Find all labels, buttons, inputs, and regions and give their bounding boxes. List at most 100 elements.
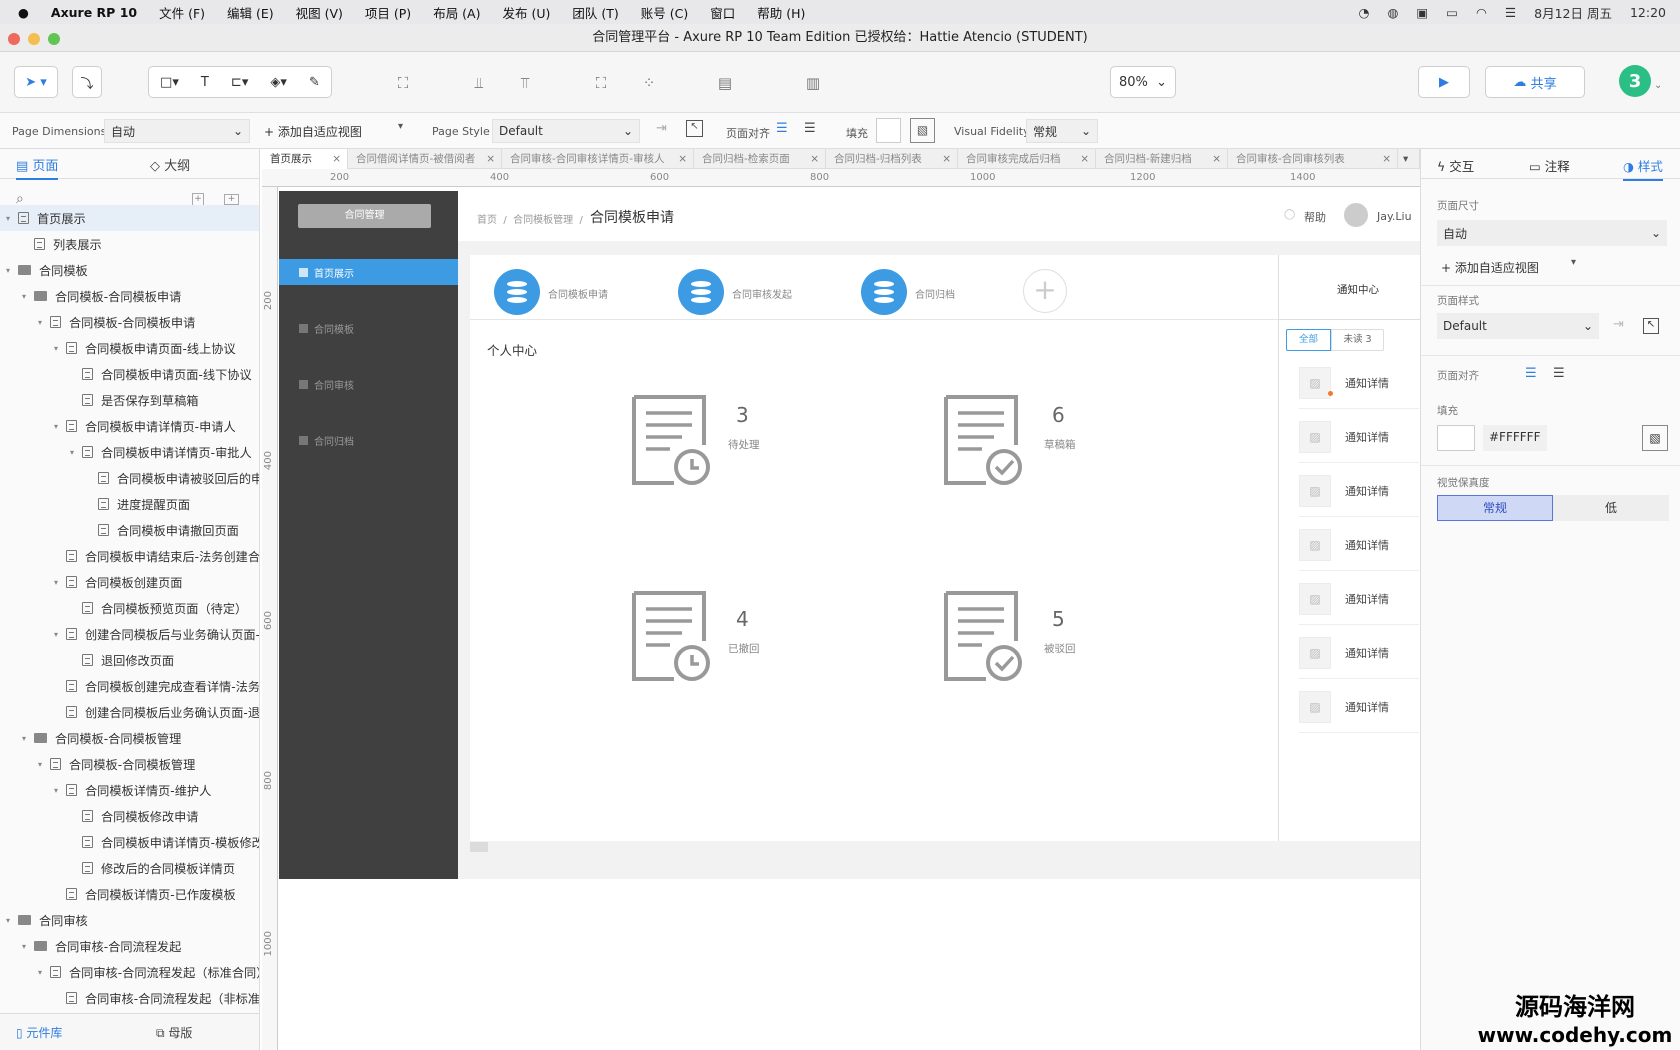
align-center-icon[interactable]: ☰ (804, 121, 816, 136)
tree-item[interactable]: ▾ 合同模板申请页面-线上协议 (0, 335, 259, 361)
page-style-select[interactable]: Default ⌄ (1437, 313, 1599, 339)
tab-style[interactable]: ◑ 样式 (1623, 156, 1663, 181)
tab-outline[interactable]: ◇ 大纲 (150, 155, 190, 174)
page-style-select[interactable]: Default ⌄ (492, 119, 640, 143)
stat-label[interactable]: 已撤回 (728, 641, 760, 656)
tab-library[interactable]: ▯ 元件库 (16, 1024, 62, 1041)
tab-notes[interactable]: ▭ 注释 (1529, 156, 1570, 175)
fill-color-swatch[interactable] (876, 118, 901, 143)
add-folder-icon[interactable]: + (224, 194, 239, 205)
tree-item[interactable]: 合同模板申请被驳回后的申 (0, 465, 259, 491)
close-icon[interactable]: × (678, 149, 687, 169)
fill-image-icon[interactable]: ▧ (910, 118, 935, 143)
tab-pages[interactable]: ▤ 页面 (16, 155, 59, 180)
tree-item[interactable]: ▾ 创建合同模板后与业务确认页面-法 (0, 621, 259, 647)
close-icon[interactable]: × (1080, 149, 1089, 169)
widget-tool-icon[interactable]: ⊏▾ (231, 75, 248, 90)
menu-view[interactable]: 视图 (V) (285, 3, 354, 22)
zoom-select[interactable]: 80% ⌄ (1110, 66, 1176, 98)
expand-caret-icon[interactable]: ▾ (54, 344, 66, 353)
doc-tab[interactable]: 合同审核完成后归档 × (958, 149, 1096, 169)
tree-item[interactable]: 创建合同模板后业务确认页面-退回 (0, 699, 259, 725)
notice-item[interactable]: ▨ 通知详情 (1299, 411, 1419, 463)
tree-item[interactable]: 是否保存到草稿箱 (0, 387, 259, 413)
tree-item[interactable]: ▾ 合同模板申请详情页-申请人 (0, 413, 259, 439)
withdrawn-doc-icon[interactable] (630, 591, 710, 683)
tree-item[interactable]: ▾ 合同模板-合同模板管理 (0, 725, 259, 751)
user-name[interactable]: Jay.Liu (1377, 210, 1412, 223)
group-icon[interactable]: ⛶ (390, 70, 416, 96)
tab-interactions[interactable]: ϟ 交互 (1437, 156, 1474, 175)
expand-caret-icon[interactable]: ▾ (6, 266, 18, 275)
align-left-icon[interactable]: ☰ (776, 121, 788, 136)
wechat-icon[interactable]: ◔ (1359, 5, 1370, 20)
select-tool-button[interactable]: ➤ ▾ (14, 66, 58, 98)
tree-item[interactable]: ▾ 首页展示 (0, 205, 259, 231)
arrange-icon[interactable]: ⛶ (588, 70, 614, 96)
menu-edit[interactable]: 编辑 (E) (216, 3, 285, 22)
rejected-doc-icon[interactable] (942, 591, 1022, 683)
doc-tab[interactable]: 合同审核-合同审核列表 × (1228, 149, 1398, 169)
align-center-icon[interactable]: ☰ (1553, 366, 1565, 381)
fill-image-icon[interactable]: ▧ (1642, 425, 1668, 451)
close-icon[interactable]: × (332, 149, 341, 169)
align-icon[interactable]: ⫫ (466, 70, 492, 96)
snap-icon[interactable]: ⁘ (636, 70, 662, 96)
page-size-select[interactable]: 自动 ⌄ (1437, 220, 1667, 246)
tree-item[interactable]: 合同审核-合同流程发起（非标准合同） (0, 985, 259, 1011)
tree-item[interactable]: 合同模板创建完成查看详情-法务人 (0, 673, 259, 699)
close-icon[interactable]: × (942, 149, 951, 169)
database-icon[interactable] (494, 269, 540, 315)
help-icon[interactable]: ◯ (1284, 209, 1295, 220)
menu-layout[interactable]: 布局 (A) (422, 3, 491, 22)
draft-doc-icon[interactable] (942, 395, 1022, 487)
rectangle-tool-icon[interactable]: □▾ (160, 75, 179, 90)
tree-item[interactable]: ▾ 合同模板申请详情页-审批人 (0, 439, 259, 465)
pen-tool-icon[interactable]: ✎ (309, 75, 320, 90)
close-icon[interactable]: × (1382, 149, 1391, 169)
notice-item[interactable]: ▨ 通知详情 (1299, 519, 1419, 571)
breadcrumb-template[interactable]: 合同模板管理 (513, 215, 573, 226)
apple-icon[interactable]: ● (0, 5, 40, 20)
expand-caret-icon[interactable]: ▾ (22, 292, 34, 301)
lock-icon[interactable]: ▥ (800, 70, 826, 96)
proto-nav-review[interactable]: 合同审核 (279, 371, 458, 397)
doc-tab[interactable]: 合同归档-归档列表 × (826, 149, 958, 169)
menu-file[interactable]: 文件 (F) (148, 3, 216, 22)
visual-fidelity-select[interactable]: 常规 ⌄ (1026, 119, 1098, 143)
tree-item[interactable]: 合同模板修改申请 (0, 803, 259, 829)
tree-item[interactable]: ▾ 合同模板-合同模板管理 (0, 751, 259, 777)
database-icon[interactable] (861, 269, 907, 315)
doc-tab[interactable]: 合同归档-检索页面 × (694, 149, 826, 169)
app-tray-icon[interactable]: ▣ (1416, 5, 1428, 20)
page-dimensions-select[interactable]: 自动 ⌄ (104, 119, 250, 143)
minimize-window-button[interactable] (28, 33, 40, 45)
wifi-icon[interactable]: ◠ (1476, 5, 1487, 20)
tree-item[interactable]: 修改后的合同模板详情页 (0, 855, 259, 881)
tree-item[interactable]: ▾ 合同模板 (0, 257, 259, 283)
pending-doc-icon[interactable] (630, 395, 710, 487)
edit-style-icon[interactable]: ↖ (686, 120, 703, 137)
tree-item[interactable]: ▾ 合同模板详情页-维护人 (0, 777, 259, 803)
tree-item[interactable]: 合同模板申请详情页-模板修改 (0, 829, 259, 855)
doc-tab[interactable]: 合同归档-新建归档 × (1096, 149, 1228, 169)
notice-item[interactable]: ▨ 通知详情 (1299, 357, 1419, 409)
tree-item[interactable]: ▾ 合同审核-合同流程发起（标准合同） (0, 959, 259, 985)
expand-caret-icon[interactable]: ▾ (38, 318, 50, 327)
expand-caret-icon[interactable]: ▾ (22, 942, 34, 951)
menu-window[interactable]: 窗口 (699, 3, 746, 22)
quick-apply-label[interactable]: 合同模板申请 (548, 286, 608, 301)
caret-down-icon[interactable]: ▾ (398, 121, 403, 132)
tree-item[interactable]: ▾ 合同审核 (0, 907, 259, 933)
connector-tool-button[interactable]: ⤵ (72, 66, 102, 98)
avatar[interactable] (1344, 203, 1368, 227)
database-icon[interactable] (678, 269, 724, 315)
close-icon[interactable]: × (486, 149, 495, 169)
menu-account[interactable]: 账号 (C) (630, 3, 699, 22)
share-button[interactable]: ☁ 共享 (1485, 66, 1585, 98)
doc-tab[interactable]: 合同审核-合同审核详情页-审核人 × (502, 149, 694, 169)
menu-publish[interactable]: 发布 (U) (491, 3, 561, 22)
status-icon[interactable]: ◍ (1387, 5, 1398, 20)
fill-color-swatch[interactable] (1437, 425, 1475, 451)
notice-item[interactable]: ▨ 通知详情 (1299, 465, 1419, 517)
